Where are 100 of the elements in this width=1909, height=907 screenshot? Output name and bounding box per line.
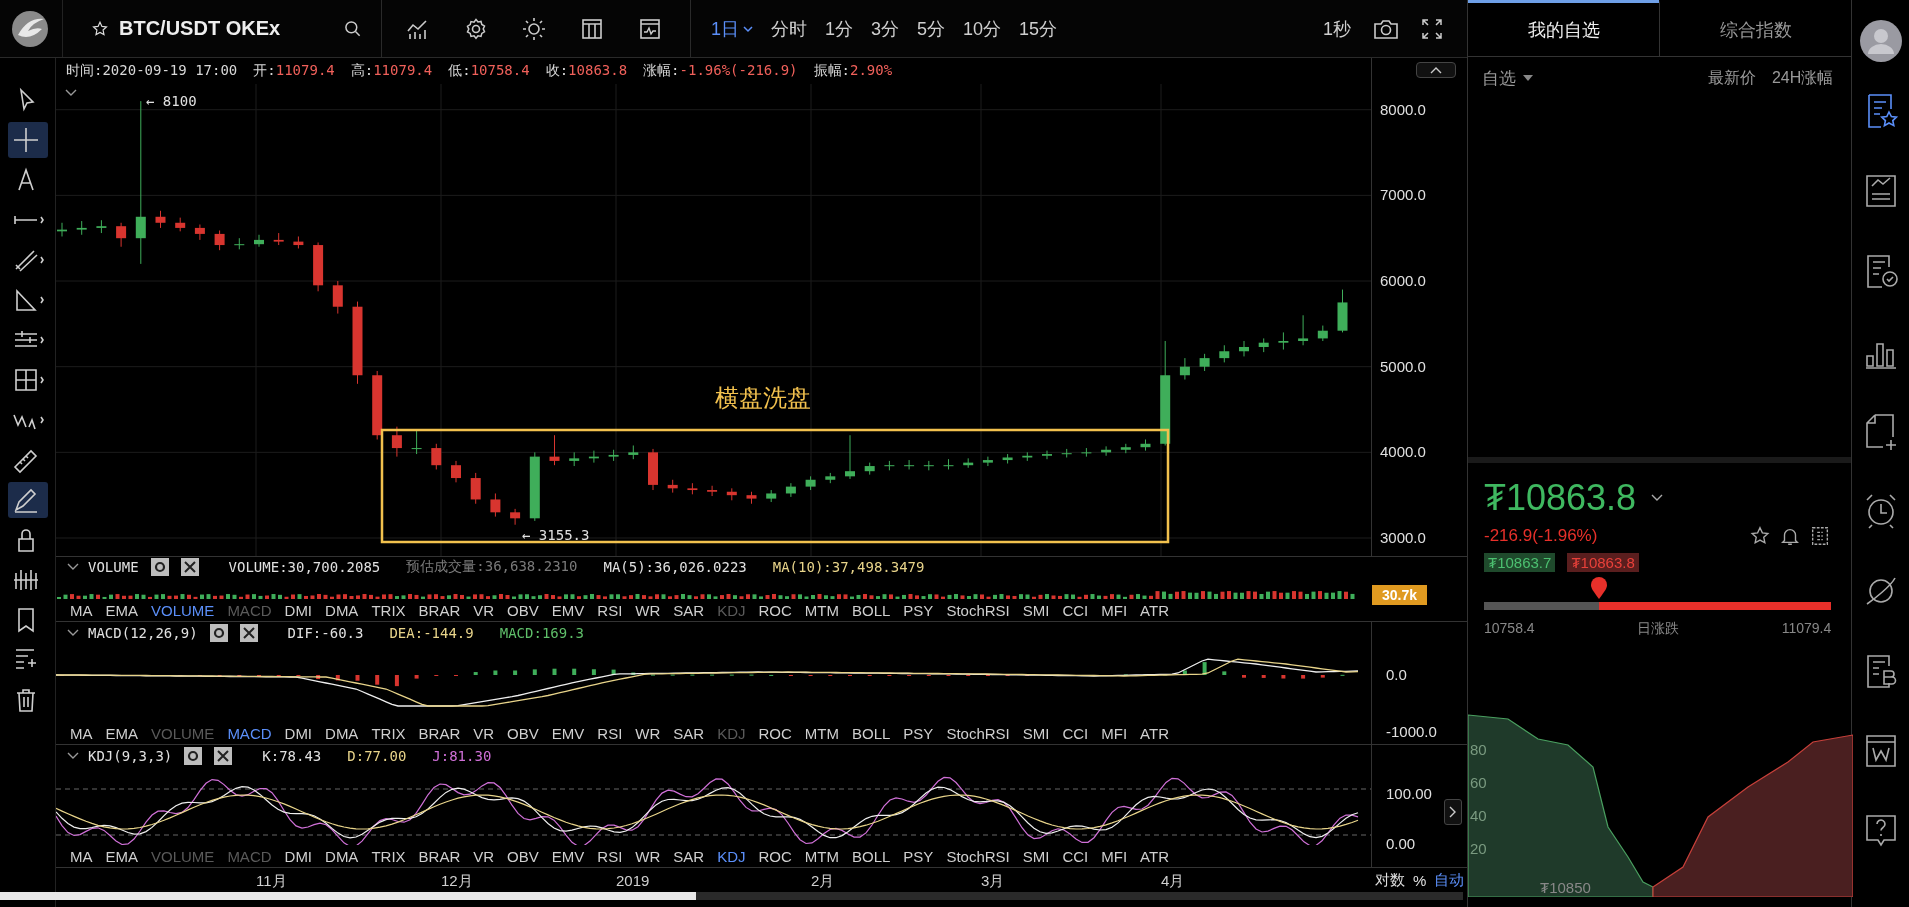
scale-toggle[interactable]: 对数 (1375, 870, 1405, 890)
star-icon[interactable] (91, 19, 109, 38)
indicator-tab[interactable]: MTM (804, 601, 839, 619)
indicator-tab[interactable]: BRAR (418, 724, 461, 742)
theme-sun-icon[interactable] (522, 16, 546, 41)
indicator-tab[interactable]: DMA (325, 847, 359, 865)
settings-icon[interactable] (184, 747, 203, 765)
indicator-tab[interactable]: DMI (284, 724, 313, 742)
indicator-tab[interactable]: MA (70, 847, 93, 865)
indicator-tab[interactable]: PSY (903, 724, 934, 742)
scale-toggle[interactable]: 自动 (1434, 870, 1465, 890)
pen-icon[interactable] (7, 482, 48, 518)
indicator-tab[interactable]: RSI (597, 847, 623, 865)
indicator-tab[interactable]: EMV (551, 601, 585, 619)
interval-tab[interactable]: 分时 (763, 12, 815, 45)
watchlist-dropdown[interactable]: 自选 (1482, 66, 1534, 90)
indicator-tab[interactable]: CCI (1062, 601, 1089, 619)
indicator-tab[interactable]: EMV (551, 724, 585, 742)
indicator-tab[interactable]: RSI (597, 601, 623, 619)
indicator-tab[interactable]: MFI (1101, 601, 1128, 619)
chevron-down-icon[interactable] (1650, 493, 1665, 503)
indicator-tab[interactable]: VR (473, 724, 495, 742)
indicator-tab[interactable]: RSI (597, 724, 623, 742)
indicator-tab[interactable]: StochRSI (946, 724, 1010, 742)
interval-tab[interactable]: 15分 (1011, 12, 1066, 45)
panel-tab[interactable]: 综合指数 (1659, 0, 1852, 56)
indicator-tab[interactable]: ROC (758, 724, 792, 742)
indicator-tab[interactable]: EMA (105, 847, 138, 865)
indicator-tab[interactable]: MACD (227, 724, 272, 742)
settings-icon[interactable] (150, 558, 169, 576)
indicator-tab[interactable]: VOLUME (151, 601, 215, 619)
indicator-tab[interactable]: MTM (804, 847, 839, 865)
indicator-tab[interactable]: SAR (673, 601, 705, 619)
indicator-tab[interactable]: TRIX (371, 601, 406, 619)
indicator-tab[interactable]: TRIX (371, 724, 406, 742)
indicator-tab[interactable]: SMI (1022, 724, 1050, 742)
close-icon[interactable] (239, 624, 258, 642)
search-icon[interactable] (343, 18, 363, 39)
expand-button[interactable] (1444, 799, 1462, 825)
indicator-tab[interactable]: CCI (1062, 847, 1089, 865)
indicator-tab[interactable]: StochRSI (946, 601, 1010, 619)
settings-icon[interactable] (209, 624, 228, 642)
layout-icon[interactable] (580, 16, 604, 41)
indicator-tab[interactable]: OBV (507, 847, 539, 865)
indicator-tab[interactable]: ATR (1140, 724, 1169, 742)
interval-tab[interactable]: 5分 (909, 12, 954, 45)
indicator-tab[interactable]: WR (635, 847, 661, 865)
indicator-tab[interactable]: DMA (325, 601, 359, 619)
scrollbar[interactable] (0, 892, 1463, 900)
collapse-icon[interactable] (64, 88, 78, 98)
indicator-tab[interactable]: BOLL (852, 601, 891, 619)
avatar-icon[interactable] (1859, 20, 1902, 62)
indicator-tab[interactable]: ATR (1140, 847, 1169, 865)
indicator-tab[interactable]: BRAR (418, 601, 461, 619)
chart-window-icon[interactable] (638, 16, 662, 41)
indicator-tab[interactable]: DMA (325, 724, 359, 742)
indicator-tab[interactable]: ROC (758, 601, 792, 619)
indicator-tab[interactable]: DMI (284, 601, 313, 619)
indicator-tab[interactable]: WR (635, 601, 661, 619)
close-icon[interactable] (214, 747, 233, 765)
interval-tab[interactable]: 3分 (863, 12, 908, 45)
indicator-tab[interactable]: CCI (1062, 724, 1089, 742)
indicator-tab[interactable]: ATR (1140, 601, 1169, 619)
indicator-tab[interactable]: StochRSI (946, 847, 1010, 865)
indicator-tab[interactable]: KDJ (717, 847, 746, 865)
indicator-tab[interactable]: ROC (758, 847, 792, 865)
indicator-tab[interactable]: TRIX (371, 847, 406, 865)
interval-tab[interactable]: 1分 (817, 12, 862, 45)
panel-tab[interactable]: 我的自选 (1468, 0, 1660, 56)
indicator-tab[interactable]: VR (473, 847, 495, 865)
collapse-button[interactable] (1416, 62, 1456, 78)
indicator-tab[interactable]: EMV (551, 847, 585, 865)
refresh-rate[interactable]: 1秒 (1323, 16, 1351, 41)
scale-toggle[interactable]: % (1413, 871, 1427, 889)
indicator-tab[interactable]: MFI (1101, 847, 1128, 865)
indicator-tab[interactable]: MTM (804, 724, 839, 742)
indicator-tab[interactable]: PSY (903, 601, 934, 619)
indicator-tab[interactable]: EMA (105, 724, 138, 742)
indicator-tab[interactable]: SMI (1022, 847, 1050, 865)
indicator-tab[interactable]: MA (70, 724, 93, 742)
crosshair-icon[interactable] (7, 122, 48, 158)
collapse-icon[interactable] (66, 628, 80, 638)
indicator-tab[interactable]: VR (473, 601, 495, 619)
star-icon[interactable] (1749, 525, 1772, 547)
collapse-icon[interactable] (66, 751, 80, 761)
indicator-tab[interactable]: DMI (284, 847, 313, 865)
indicator-tab[interactable]: WR (635, 724, 661, 742)
interval-tab[interactable]: 1日 (703, 12, 761, 45)
indicator-tab[interactable]: PSY (903, 847, 934, 865)
interval-tab[interactable]: 10分 (955, 12, 1010, 45)
indicator-tab[interactable]: MA (70, 601, 93, 619)
indicator-tab[interactable]: EMA (105, 601, 138, 619)
indicator-tab[interactable]: SMI (1022, 601, 1050, 619)
indicator-tab[interactable]: OBV (507, 601, 539, 619)
collapse-icon[interactable] (66, 562, 80, 572)
indicator-tab[interactable]: BOLL (852, 724, 891, 742)
indicator-tab[interactable]: OBV (507, 724, 539, 742)
indicator-tab[interactable]: BRAR (418, 847, 461, 865)
indicator-tab[interactable]: SAR (673, 847, 705, 865)
close-icon[interactable] (180, 558, 199, 576)
